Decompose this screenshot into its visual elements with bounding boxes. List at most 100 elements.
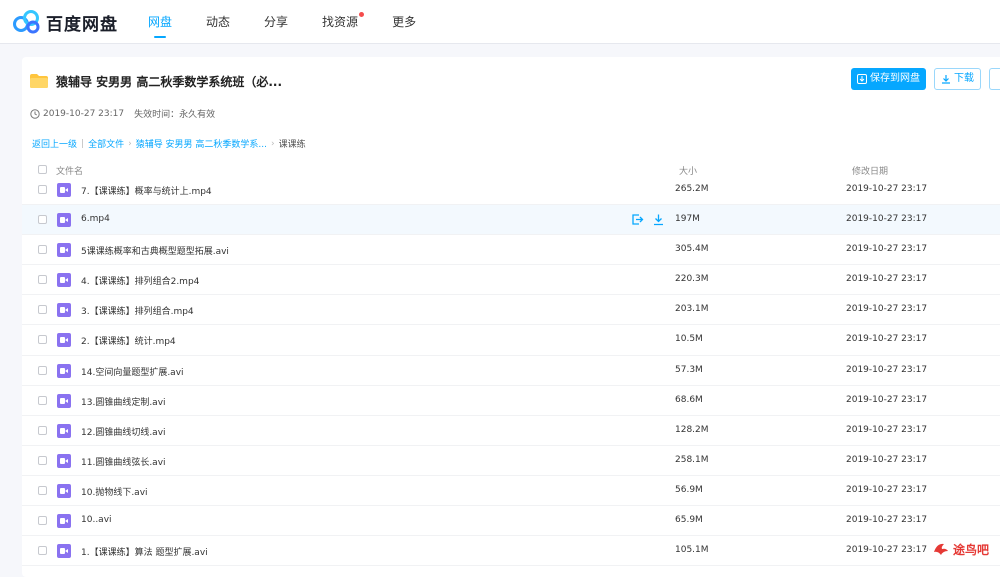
file-row[interactable]: 14.空间向量题型扩展.avi 57.3M 2019-10-27 23:17 xyxy=(22,356,1000,386)
file-date: 2019-10-27 23:17 xyxy=(846,364,928,375)
save-to-netdisk-label: 保存到网盘 xyxy=(870,73,920,84)
file-date: 2019-10-27 23:17 xyxy=(846,244,928,255)
video-file-icon xyxy=(57,303,71,318)
breadcrumb-current: 课课练 xyxy=(278,140,306,150)
file-date: 2019-10-27 23:17 xyxy=(846,484,928,495)
brand-logo[interactable]: 百度网盘 xyxy=(12,9,118,35)
file-name[interactable]: 13.圆锥曲线定制.avi xyxy=(81,395,166,408)
file-row[interactable]: 6.mp4 197M 2019-10-27 23:17 xyxy=(22,205,1000,236)
file-checkbox[interactable] xyxy=(38,485,47,495)
download-button[interactable]: 下载 xyxy=(934,68,981,90)
file-date: 2019-10-27 23:17 xyxy=(846,184,928,194)
file-row[interactable]: 13.圆锥曲线定制.avi 68.6M 2019-10-27 23:17 xyxy=(22,386,1000,416)
clock-icon xyxy=(30,108,40,119)
file-row[interactable]: 12.圆锥曲线切线.avi 128.2M 2019-10-27 23:17 xyxy=(22,416,1000,446)
file-size: 105.1M xyxy=(675,545,709,556)
video-file-icon xyxy=(57,183,71,197)
video-file-icon xyxy=(57,544,71,559)
file-checkbox[interactable] xyxy=(38,546,47,556)
file-checkbox[interactable] xyxy=(38,215,47,225)
nav-tab-netdisk[interactable]: 网盘 xyxy=(148,0,172,44)
file-checkbox[interactable] xyxy=(38,305,47,315)
file-size: 10.5M xyxy=(675,334,703,345)
nav-tab-share[interactable]: 分享 xyxy=(264,0,288,44)
more-actions-button[interactable] xyxy=(989,68,1000,90)
file-name[interactable]: 11.圆锥曲线弦长.avi xyxy=(81,455,166,468)
save-icon xyxy=(857,74,867,84)
video-file-icon xyxy=(57,243,71,258)
share-header: 猿辅导 安男男 高二秋季数学系统班（必... xyxy=(30,71,282,91)
file-row[interactable]: 5课课练概率和古典概型题型拓展.avi 305.4M 2019-10-27 23:1… xyxy=(22,235,1000,266)
breadcrumb: 返回上一级 | 全部文件 › 猿辅导 安男男 高二秋季数学系... › 课课练 xyxy=(32,137,306,151)
file-checkbox[interactable] xyxy=(38,245,47,255)
video-file-icon xyxy=(57,363,71,378)
file-row[interactable]: 1.【课课练】算法 题型扩展.avi 105.1M 2019-10-27 23:17 xyxy=(22,536,1000,567)
file-row[interactable]: 10.抛物线下.avi 56.9M 2019-10-27 23:17 xyxy=(22,476,1000,507)
share-expiry: 失效时间：永久有效 xyxy=(134,110,216,120)
file-checkbox[interactable] xyxy=(38,455,47,465)
save-to-netdisk-button[interactable]: 保存到网盘 xyxy=(851,68,926,90)
nav-tab-find-resources-label: 找资源 xyxy=(322,15,359,29)
file-checkbox[interactable] xyxy=(38,425,47,435)
file-checkbox[interactable] xyxy=(38,516,47,526)
video-file-icon xyxy=(57,213,71,228)
breadcrumb-folder-link[interactable]: 猿辅导 安男男 高二秋季数学系... xyxy=(136,137,267,150)
file-name[interactable]: 10.抛物线下.avi xyxy=(81,485,148,498)
nav-tab-more[interactable]: 更多 xyxy=(392,0,416,44)
file-name[interactable]: 7.【课课练】概率与统计上.mp4 xyxy=(81,184,212,197)
file-row[interactable]: 3.【课课练】排列组合.mp4 203.1M 2019-10-27 23:17 xyxy=(22,295,1000,326)
file-size: 68.6M xyxy=(675,394,703,405)
file-name[interactable]: 10..avi xyxy=(81,515,112,525)
select-all-checkbox[interactable] xyxy=(38,165,47,174)
file-row[interactable]: 2.【课课练】统计.mp4 10.5M 2019-10-27 23:17 xyxy=(22,325,1000,356)
breadcrumb-all-files-link[interactable]: 全部文件 xyxy=(88,137,124,150)
file-name[interactable]: 1.【课课练】算法 题型扩展.avi xyxy=(81,545,208,558)
video-file-icon xyxy=(57,483,71,498)
file-size: 203.1M xyxy=(675,304,709,315)
file-name[interactable]: 6.mp4 xyxy=(81,214,110,224)
share-meta: 2019-10-27 23:17 失效时间：永久有效 xyxy=(30,107,215,120)
nav-tab-find-resources[interactable]: 找资源 xyxy=(322,0,365,44)
file-row[interactable]: 7.【课课练】概率与统计上.mp4 265.2M 2019-10-27 23:17 xyxy=(22,175,1000,206)
file-date: 2019-10-27 23:17 xyxy=(846,424,928,435)
breadcrumb-divider: | xyxy=(81,138,85,149)
main-nav: 网盘 动态 分享 找资源 更多 xyxy=(148,0,450,44)
file-checkbox[interactable] xyxy=(38,185,47,194)
share-panel: 猿辅导 安男男 高二秋季数学系统班（必... 保存到网盘 下载 2019-10-… xyxy=(22,57,1000,577)
file-date: 2019-10-27 23:17 xyxy=(846,515,928,526)
file-row[interactable]: 10..avi 65.9M 2019-10-27 23:17 xyxy=(22,506,1000,537)
file-name[interactable]: 4.【课课练】排列组合2.mp4 xyxy=(81,274,199,287)
file-date: 2019-10-27 23:17 xyxy=(846,394,928,405)
file-name[interactable]: 5课课练概率和古典概型题型拓展.avi xyxy=(81,244,229,257)
file-name[interactable]: 14.空间向量题型扩展.avi xyxy=(81,365,184,378)
share-actions: 保存到网盘 下载 xyxy=(851,68,1000,90)
folder-icon xyxy=(30,74,48,88)
breadcrumb-back-link[interactable]: 返回上一级 xyxy=(32,137,77,150)
video-file-icon xyxy=(57,514,71,529)
download-row-icon[interactable] xyxy=(652,213,665,226)
file-row[interactable]: 4.【课课练】排列组合2.mp4 220.3M 2019-10-27 23:17 xyxy=(22,265,1000,296)
nav-tab-activity[interactable]: 动态 xyxy=(206,0,230,44)
bird-logo-icon xyxy=(934,543,948,555)
video-file-icon xyxy=(57,333,71,348)
video-file-icon xyxy=(57,453,71,468)
file-checkbox[interactable] xyxy=(38,275,47,285)
share-created-time: 2019-10-27 23:17 xyxy=(43,108,125,119)
file-checkbox[interactable] xyxy=(38,395,47,405)
brand-name: 百度网盘 xyxy=(46,14,118,35)
file-row[interactable]: 11.圆锥曲线弦长.avi 258.1M 2019-10-27 23:17 xyxy=(22,446,1000,476)
video-file-icon xyxy=(57,393,71,408)
file-date: 2019-10-27 23:17 xyxy=(846,334,928,345)
file-name[interactable]: 12.圆锥曲线切线.avi xyxy=(81,425,166,438)
file-checkbox[interactable] xyxy=(38,365,47,375)
breadcrumb-chevron-icon: › xyxy=(271,138,275,149)
file-checkbox[interactable] xyxy=(38,335,47,345)
file-size: 56.9M xyxy=(675,484,703,495)
file-size: 128.2M xyxy=(675,424,709,435)
row-actions xyxy=(631,213,673,226)
watermark: 途鸟吧 xyxy=(932,540,989,558)
file-date: 2019-10-27 23:17 xyxy=(846,304,928,315)
save-to-netdisk-row-icon[interactable] xyxy=(631,213,644,226)
file-name[interactable]: 3.【课课练】排列组合.mp4 xyxy=(81,304,194,317)
file-name[interactable]: 2.【课课练】统计.mp4 xyxy=(81,334,176,347)
